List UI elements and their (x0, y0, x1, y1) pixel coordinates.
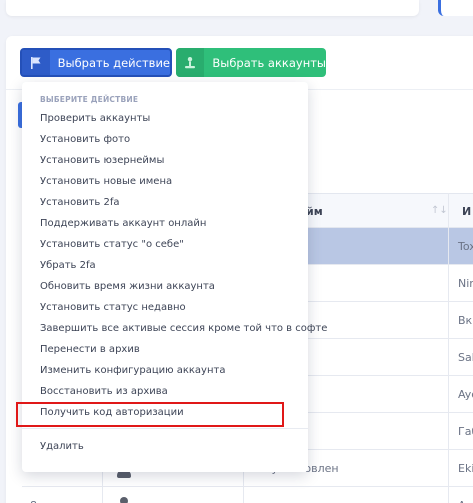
menu-item[interactable]: Обновить время жизни аккаунта (22, 276, 308, 297)
column-header-name[interactable]: йм (306, 205, 323, 218)
action-dropdown-menu: ВЫБЕРИТЕ ДЕЙСТВИЕ Проверить аккаунты Уста… (22, 82, 327, 472)
column-line (448, 193, 449, 503)
dropdown-divider (22, 428, 308, 429)
menu-item[interactable]: Установить юзернеймы (22, 150, 308, 171)
avatar-icon (116, 497, 132, 503)
row-name: Ayc (458, 388, 473, 401)
menu-item[interactable]: Изменить конфигурацию аккаунта (22, 360, 308, 381)
flag-icon (22, 50, 50, 75)
dropdown-header: ВЫБЕРИТЕ ДЕЙСТВИЕ (40, 94, 139, 104)
top-card (6, 0, 419, 16)
select-action-button[interactable]: Выбрать действие (20, 48, 172, 77)
row-name: Tox (458, 240, 473, 253)
row-name: Sab (458, 351, 473, 364)
select-action-label: Выбрать действие (57, 55, 170, 70)
column-header-next[interactable]: И (462, 205, 471, 218)
row-status: не установлен (254, 499, 339, 503)
menu-item[interactable]: Установить статус недавно (22, 297, 308, 318)
menu-item[interactable]: Убрать 2fa (22, 255, 308, 276)
menu-item[interactable]: Перенести в архив (22, 339, 308, 360)
menu-item[interactable]: Установить 2fa (22, 192, 308, 213)
menu-item[interactable]: Поддерживать аккаунт онлайн (22, 213, 308, 234)
row-name: Габ (458, 425, 473, 438)
menu-item[interactable]: Установить статус "о себе" (22, 234, 308, 255)
select-accounts-label: Выбрать аккаунты (212, 55, 326, 70)
row-name: Вкі (458, 314, 473, 327)
menu-item[interactable]: Установить новые имена (22, 171, 308, 192)
table-row[interactable]: 8 не установлен Ар (22, 487, 473, 503)
row-name: Ар (458, 499, 473, 503)
row-name: Nin (458, 277, 473, 290)
sort-icon[interactable]: ↑↓ (431, 205, 448, 216)
top-card-right (438, 0, 473, 16)
row-name: Eki (458, 462, 473, 475)
menu-item[interactable]: Проверить аккаунты (22, 108, 308, 129)
menu-item[interactable]: Установить фото (22, 129, 308, 150)
user-stand-icon (176, 48, 205, 77)
menu-item[interactable]: Восстановить из архива (22, 381, 308, 402)
menu-item[interactable]: Получить код авторизации (22, 402, 308, 423)
row-number: 8 (30, 499, 37, 503)
menu-item-delete[interactable]: Удалить (22, 436, 308, 457)
menu-item[interactable]: Завершить все активые сессия кроме той ч… (22, 318, 327, 339)
select-accounts-button[interactable]: Выбрать аккаунты (176, 48, 326, 77)
